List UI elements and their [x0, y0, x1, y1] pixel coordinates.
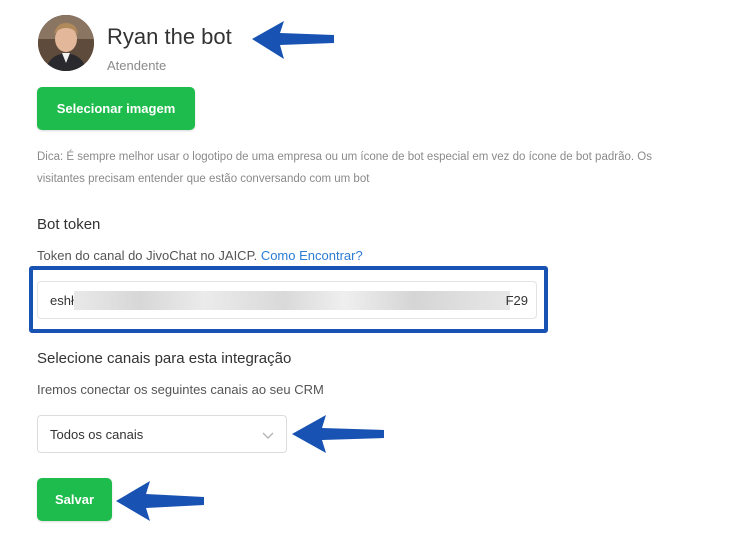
- bot-token-title: Bot token: [37, 216, 101, 233]
- channels-select[interactable]: Todos os canais: [37, 415, 287, 453]
- bot-name: Ryan the bot: [107, 24, 232, 49]
- bot-avatar: [38, 15, 94, 71]
- bot-token-description-text: Token do canal do JivoChat no JAICP.: [37, 248, 258, 263]
- bot-token-description: Token do canal do JivoChat no JAICP. Com…: [37, 248, 363, 263]
- token-redaction-blur: [74, 291, 510, 310]
- chevron-down-icon: [262, 428, 274, 446]
- arrow-left-icon: [250, 18, 336, 62]
- channels-title: Selecione canais para esta integração: [37, 350, 292, 367]
- bot-settings-page: Ryan the bot Atendente Selecionar imagem…: [0, 0, 739, 545]
- bot-token-input[interactable]: eshł F29: [37, 281, 537, 319]
- channels-selected-value: Todos os canais: [50, 427, 144, 442]
- channels-description: Iremos conectar os seguintes canais ao s…: [37, 382, 324, 397]
- arrow-left-icon: [290, 412, 386, 456]
- token-value-prefix: eshł: [50, 293, 74, 308]
- arrow-left-icon: [114, 478, 206, 524]
- avatar-tip: Dica: É sempre melhor usar o logotipo de…: [37, 151, 652, 185]
- save-button[interactable]: Salvar: [37, 478, 112, 521]
- select-image-button[interactable]: Selecionar imagem: [37, 87, 195, 130]
- token-value-suffix: F29: [505, 293, 528, 308]
- bot-role: Atendente: [107, 58, 167, 73]
- how-to-find-link[interactable]: Como Encontrar?: [261, 248, 363, 263]
